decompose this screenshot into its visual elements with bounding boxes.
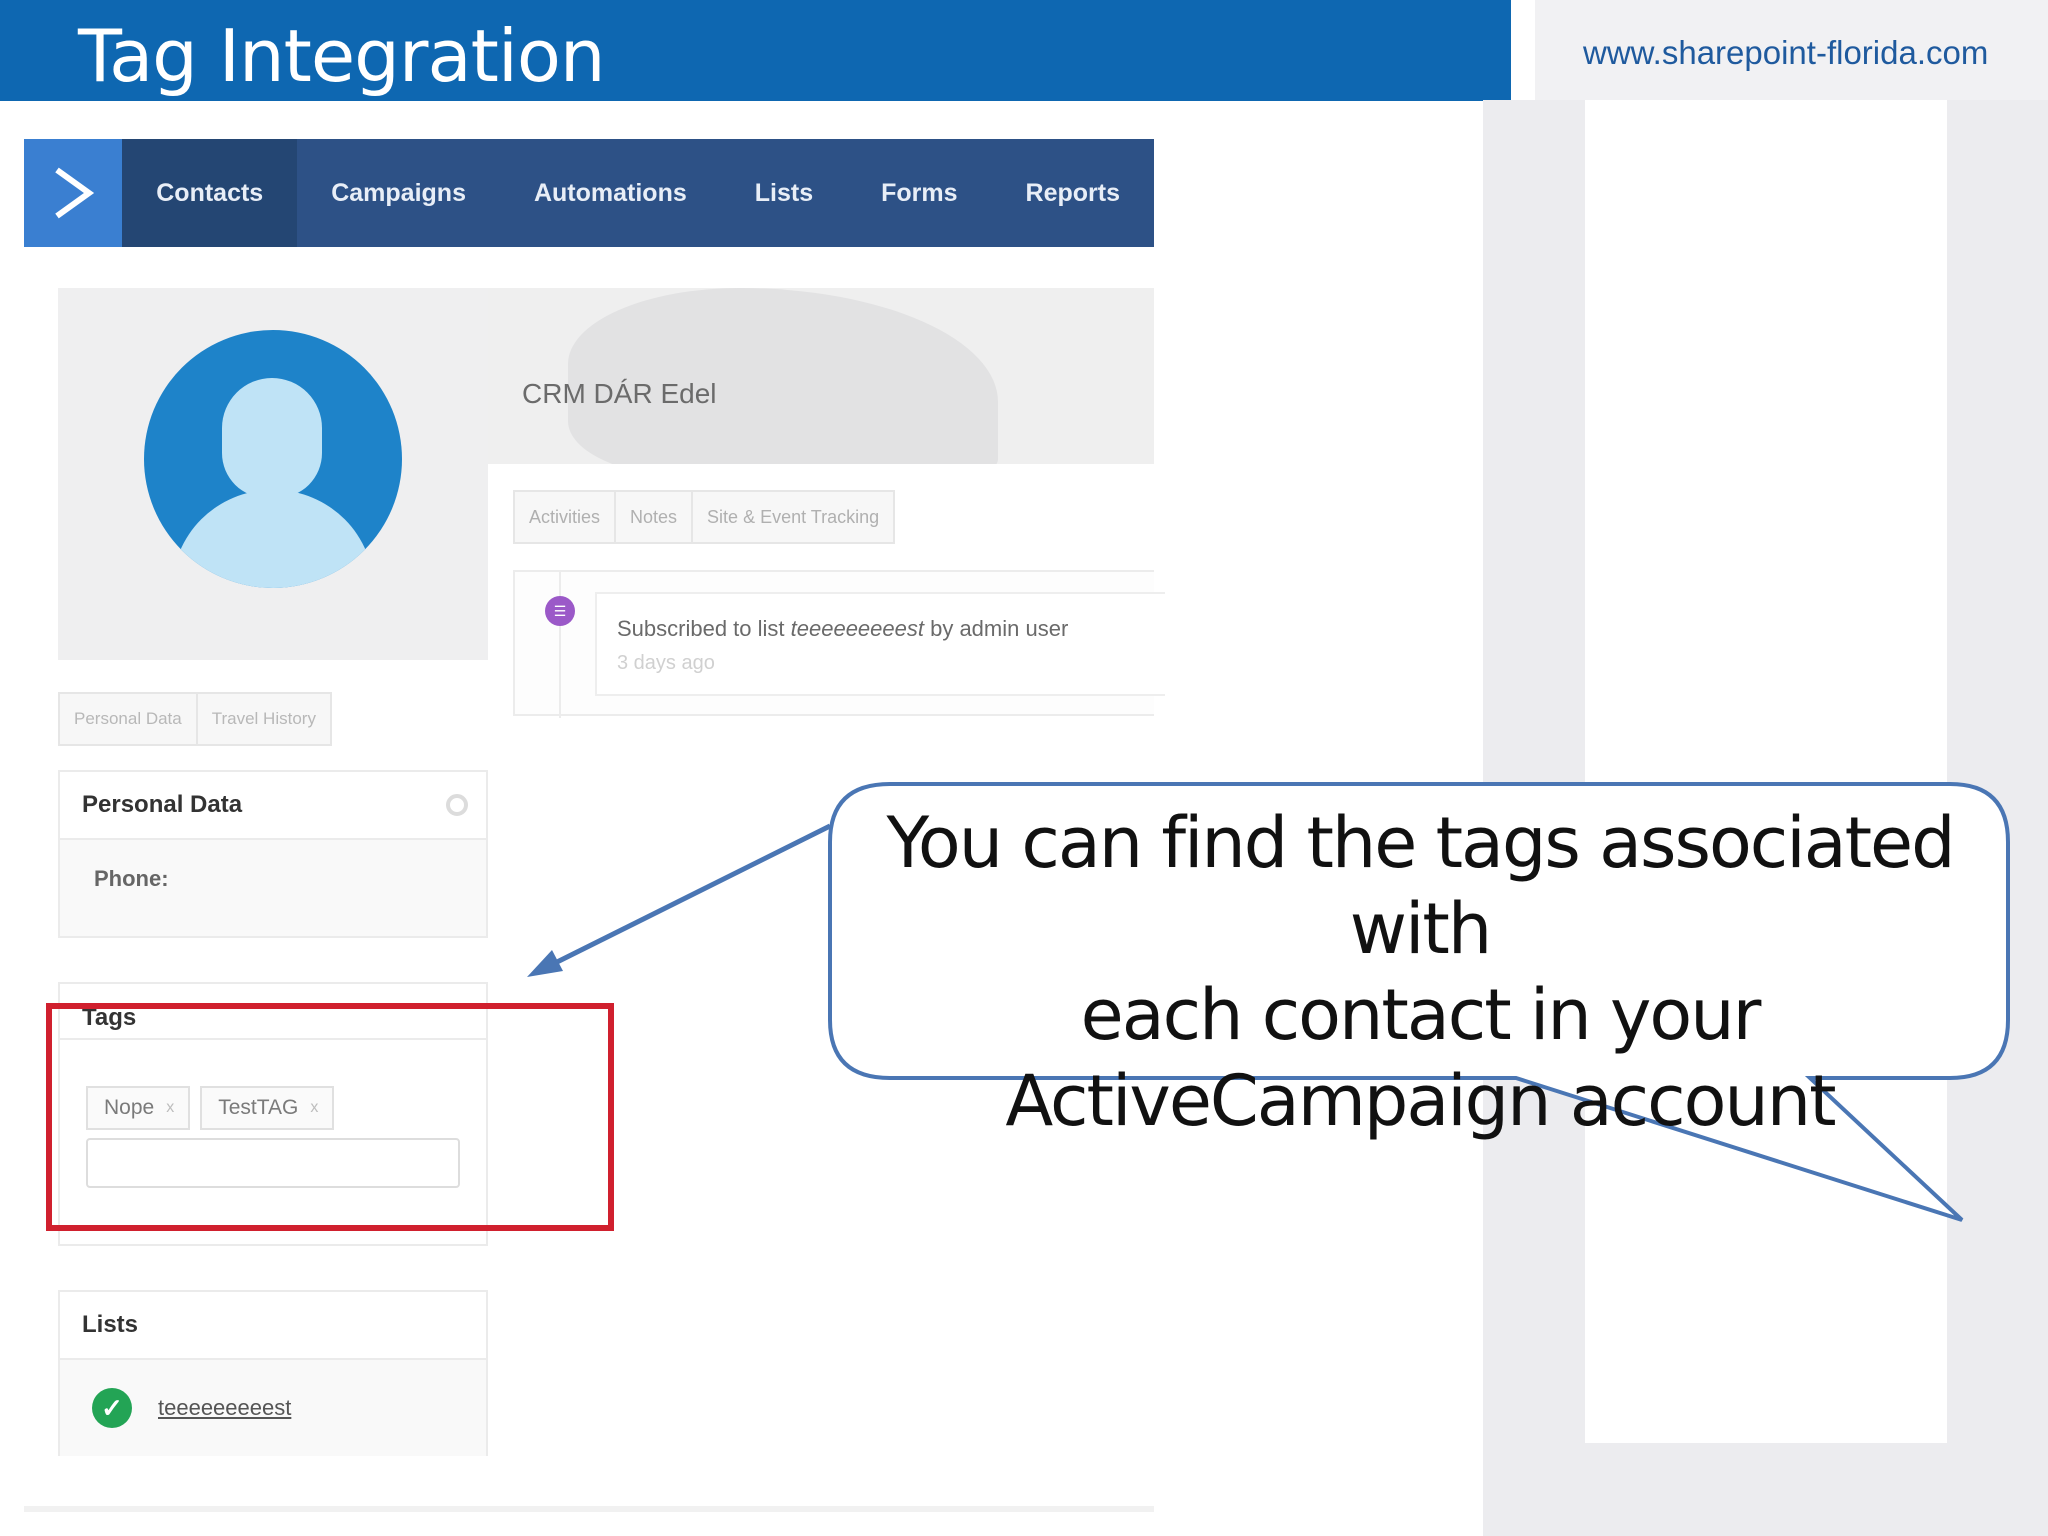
nav-reports[interactable]: Reports [992,139,1154,247]
nav-lists[interactable]: Lists [721,139,847,247]
timeline-line [559,572,561,718]
personal-data-heading: Personal Data [60,772,486,840]
site-url: www.sharepoint-florida.com [1583,34,1989,71]
lists-panel: Lists ✓ teeeeeeeeest [58,1290,488,1456]
activity-text: Subscribed to list teeeeeeeeest by admin… [617,616,1069,641]
list-link[interactable]: teeeeeeeeest [158,1395,291,1421]
arrow-head-icon [527,950,563,977]
profile-tabs: Personal Data Travel History [58,692,332,746]
slide: Tag Integration www.sharepoint-florida.c… [0,0,2048,1536]
chevron-right-icon[interactable] [24,139,123,247]
activity-tabs: Activities Notes Site & Event Tracking [513,490,896,544]
nav-automations[interactable]: Automations [500,139,721,247]
activity-list-name[interactable]: teeeeeeeeest [791,616,924,641]
nav-forms[interactable]: Forms [847,139,991,247]
highlight-box [46,1003,614,1231]
phone-label: Phone: [94,866,169,891]
activity-time: 3 days ago [617,652,715,674]
activity-feed: ☰ Subscribed to list teeeeeeeeest by adm… [513,570,1165,718]
tab-activities[interactable]: Activities [515,492,617,542]
callout-text: You can find the tags associated with ea… [886,802,1955,1142]
tab-notes[interactable]: Notes [616,492,694,542]
right-white-panel [1585,100,1947,1443]
tab-travel-history[interactable]: Travel History [198,694,330,744]
user-silhouette-icon [144,330,402,588]
nav-campaigns[interactable]: Campaigns [297,139,500,247]
divider [24,1506,1154,1512]
tab-site-event-tracking[interactable]: Site & Event Tracking [693,492,893,542]
contact-name: CRM DÁR Edel [522,378,717,409]
app-nav: Contacts Campaigns Automations Lists For… [24,139,1154,247]
activity-item: Subscribed to list teeeeeeeeest by admin… [595,592,1165,696]
gear-icon[interactable] [446,794,468,816]
callout-pointer-arrow [543,823,832,971]
list-subscribe-icon: ☰ [545,596,575,626]
personal-data-panel: Personal Data Phone: [58,770,488,938]
tab-personal-data[interactable]: Personal Data [60,694,198,744]
lists-heading: Lists [60,1292,486,1360]
map-background [488,288,1154,464]
nav-contacts[interactable]: Contacts [122,139,298,247]
list-item: ✓ teeeeeeeeest [60,1360,486,1456]
check-icon: ✓ [92,1388,132,1428]
slide-title: Tag Integration [78,14,606,98]
